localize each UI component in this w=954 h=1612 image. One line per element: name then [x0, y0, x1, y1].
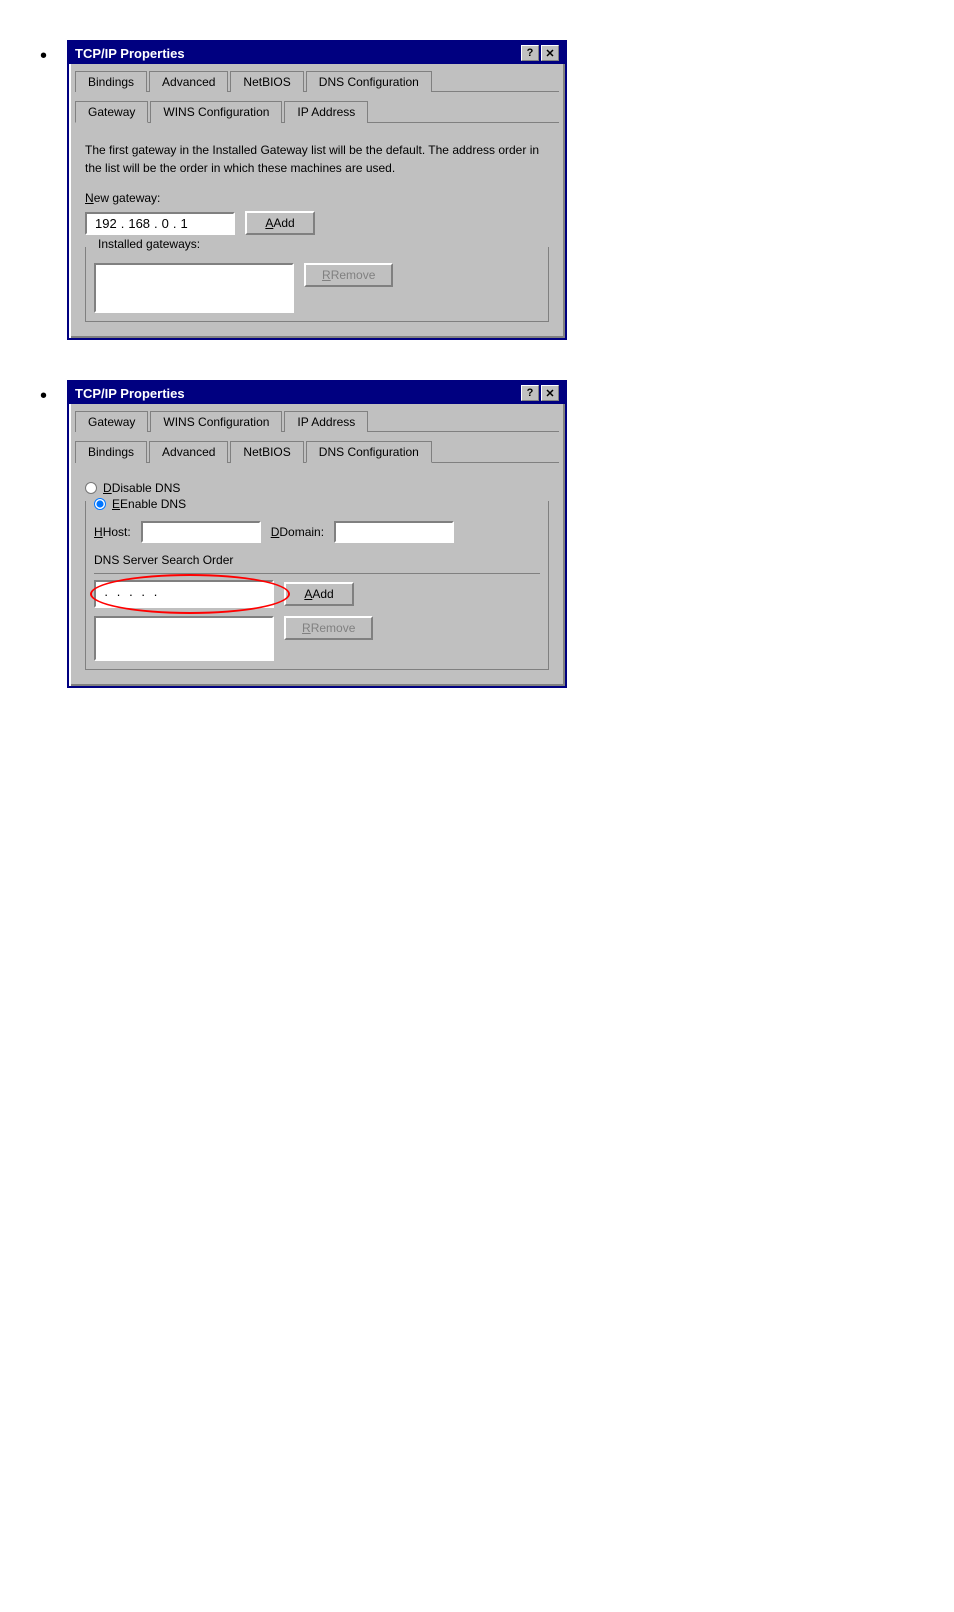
title-bar-buttons-1: ? ✕ — [521, 45, 559, 61]
installed-gateways-group: Installed gateways: RRemove — [85, 247, 549, 322]
tab-netbios-1[interactable]: NetBIOS — [230, 71, 303, 92]
dns-list-row: RRemove — [94, 616, 540, 661]
tab-bindings-1[interactable]: Bindings — [75, 71, 147, 92]
enable-dns-label: EEnable DNS — [112, 497, 186, 511]
domain-input[interactable] — [334, 521, 454, 543]
host-input[interactable] — [141, 521, 261, 543]
close-button-1[interactable]: ✕ — [541, 45, 559, 61]
dns-dot-1: · — [104, 587, 108, 602]
ip-part-1[interactable]: 192 — [95, 216, 117, 231]
n-underline: N — [85, 191, 94, 205]
dialog-2-content: Gateway WINS Configuration IP Address Bi… — [69, 404, 565, 686]
domain-label: DDomain: — [271, 525, 324, 539]
dialog-1-title: TCP/IP Properties — [75, 46, 185, 61]
help-button-2[interactable]: ? — [521, 385, 539, 401]
tab-netbios-2[interactable]: NetBIOS — [230, 441, 303, 463]
tab-advanced-2[interactable]: Advanced — [149, 441, 228, 463]
new-gateway-label-text: New gateway: — [85, 191, 160, 205]
dialog-1-body: The first gateway in the Installed Gatew… — [75, 131, 559, 332]
add-button-2[interactable]: AAdd — [284, 582, 354, 606]
dialog-2-title: TCP/IP Properties — [75, 386, 185, 401]
ip-sep-1: . — [121, 216, 125, 231]
ip-part-2[interactable]: 168 — [128, 216, 150, 231]
tab-row-1-top: Bindings Advanced NetBIOS DNS Configurat… — [75, 70, 559, 92]
dialog-1-content: Bindings Advanced NetBIOS DNS Configurat… — [69, 64, 565, 338]
section-2: • TCP/IP Properties ? ✕ Gateway WINS Con… — [40, 380, 914, 688]
tab-gateway-1[interactable]: Gateway — [75, 101, 148, 123]
tab-ip-address-2[interactable]: IP Address — [284, 411, 368, 432]
ip-part-3[interactable]: 0 — [162, 216, 169, 231]
host-label: HHost: — [94, 525, 131, 539]
add-button-1[interactable]: AAdd — [245, 211, 315, 235]
gateway-ip-input[interactable]: 192 . 168 . 0 . 1 — [85, 212, 235, 235]
remove-underline: R — [322, 268, 331, 282]
dns-dot-3: · — [153, 587, 157, 602]
tab-bindings-2[interactable]: Bindings — [75, 441, 147, 463]
dns-list[interactable] — [94, 616, 274, 661]
bullet-1: • — [40, 45, 47, 68]
help-button-1[interactable]: ? — [521, 45, 539, 61]
ip-sep-3: . — [173, 216, 177, 231]
gateways-list[interactable] — [94, 263, 294, 313]
title-bar-buttons-2: ? ✕ — [521, 385, 559, 401]
remove-button-2[interactable]: RRemove — [284, 616, 373, 640]
dns-ip-input[interactable]: · · · · · — [94, 580, 274, 608]
disable-dns-radio[interactable] — [85, 482, 97, 494]
tab-dns-config-2[interactable]: DNS Configuration — [306, 441, 432, 463]
tab-dns-config-1[interactable]: DNS Configuration — [306, 71, 432, 92]
tab-advanced-1[interactable]: Advanced — [149, 71, 228, 92]
tab-wins-1[interactable]: WINS Configuration — [150, 101, 282, 123]
tab-ip-address-1[interactable]: IP Address — [284, 101, 368, 123]
dialog-1: TCP/IP Properties ? ✕ Bindings Advanced … — [67, 40, 567, 340]
disable-dns-label: DDisable DNS — [103, 481, 180, 495]
tab-row-1-bottom: Gateway WINS Configuration IP Address — [75, 100, 559, 123]
ip-part-4[interactable]: 1 — [181, 216, 188, 231]
enable-dns-row: EEnable DNS — [94, 497, 540, 511]
new-gateway-input-row: 192 . 168 . 0 . 1 AAdd — [85, 211, 549, 235]
dns-dot-2: · — [129, 587, 133, 602]
tab-gateway-2[interactable]: Gateway — [75, 411, 148, 432]
close-button-2[interactable]: ✕ — [541, 385, 559, 401]
remove-button-1[interactable]: RRemove — [304, 263, 393, 287]
tab-row-2-top: Gateway WINS Configuration IP Address — [75, 410, 559, 432]
host-domain-row: HHost: DDomain: — [94, 521, 540, 543]
dialog-1-description: The first gateway in the Installed Gatew… — [85, 141, 549, 177]
tab-wins-2[interactable]: WINS Configuration — [150, 411, 282, 432]
disable-dns-row: DDisable DNS — [85, 481, 549, 495]
dialog-2-body: DDisable DNS EEnable DNS HHost: — [75, 471, 559, 680]
dns-ip-input-row: · · · · · AAdd — [94, 580, 540, 608]
title-bar-2: TCP/IP Properties ? ✕ — [69, 382, 565, 404]
ip-sep-2: . — [154, 216, 158, 231]
installed-gateways-label: Installed gateways: — [94, 237, 204, 251]
enable-dns-radio[interactable] — [94, 498, 106, 510]
bullet-2: • — [40, 385, 47, 408]
dns-search-order-label: DNS Server Search Order — [94, 553, 540, 574]
new-gateway-label: New gateway: — [85, 191, 549, 205]
tab-row-2-bottom: Bindings Advanced NetBIOS DNS Configurat… — [75, 440, 559, 463]
enable-dns-group: EEnable DNS HHost: DDomain: — [85, 501, 549, 670]
title-bar-1: TCP/IP Properties ? ✕ — [69, 42, 565, 64]
dialog-2: TCP/IP Properties ? ✕ Gateway WINS Confi… — [67, 380, 567, 688]
section-1: • TCP/IP Properties ? ✕ Bindings Advance… — [40, 40, 914, 340]
